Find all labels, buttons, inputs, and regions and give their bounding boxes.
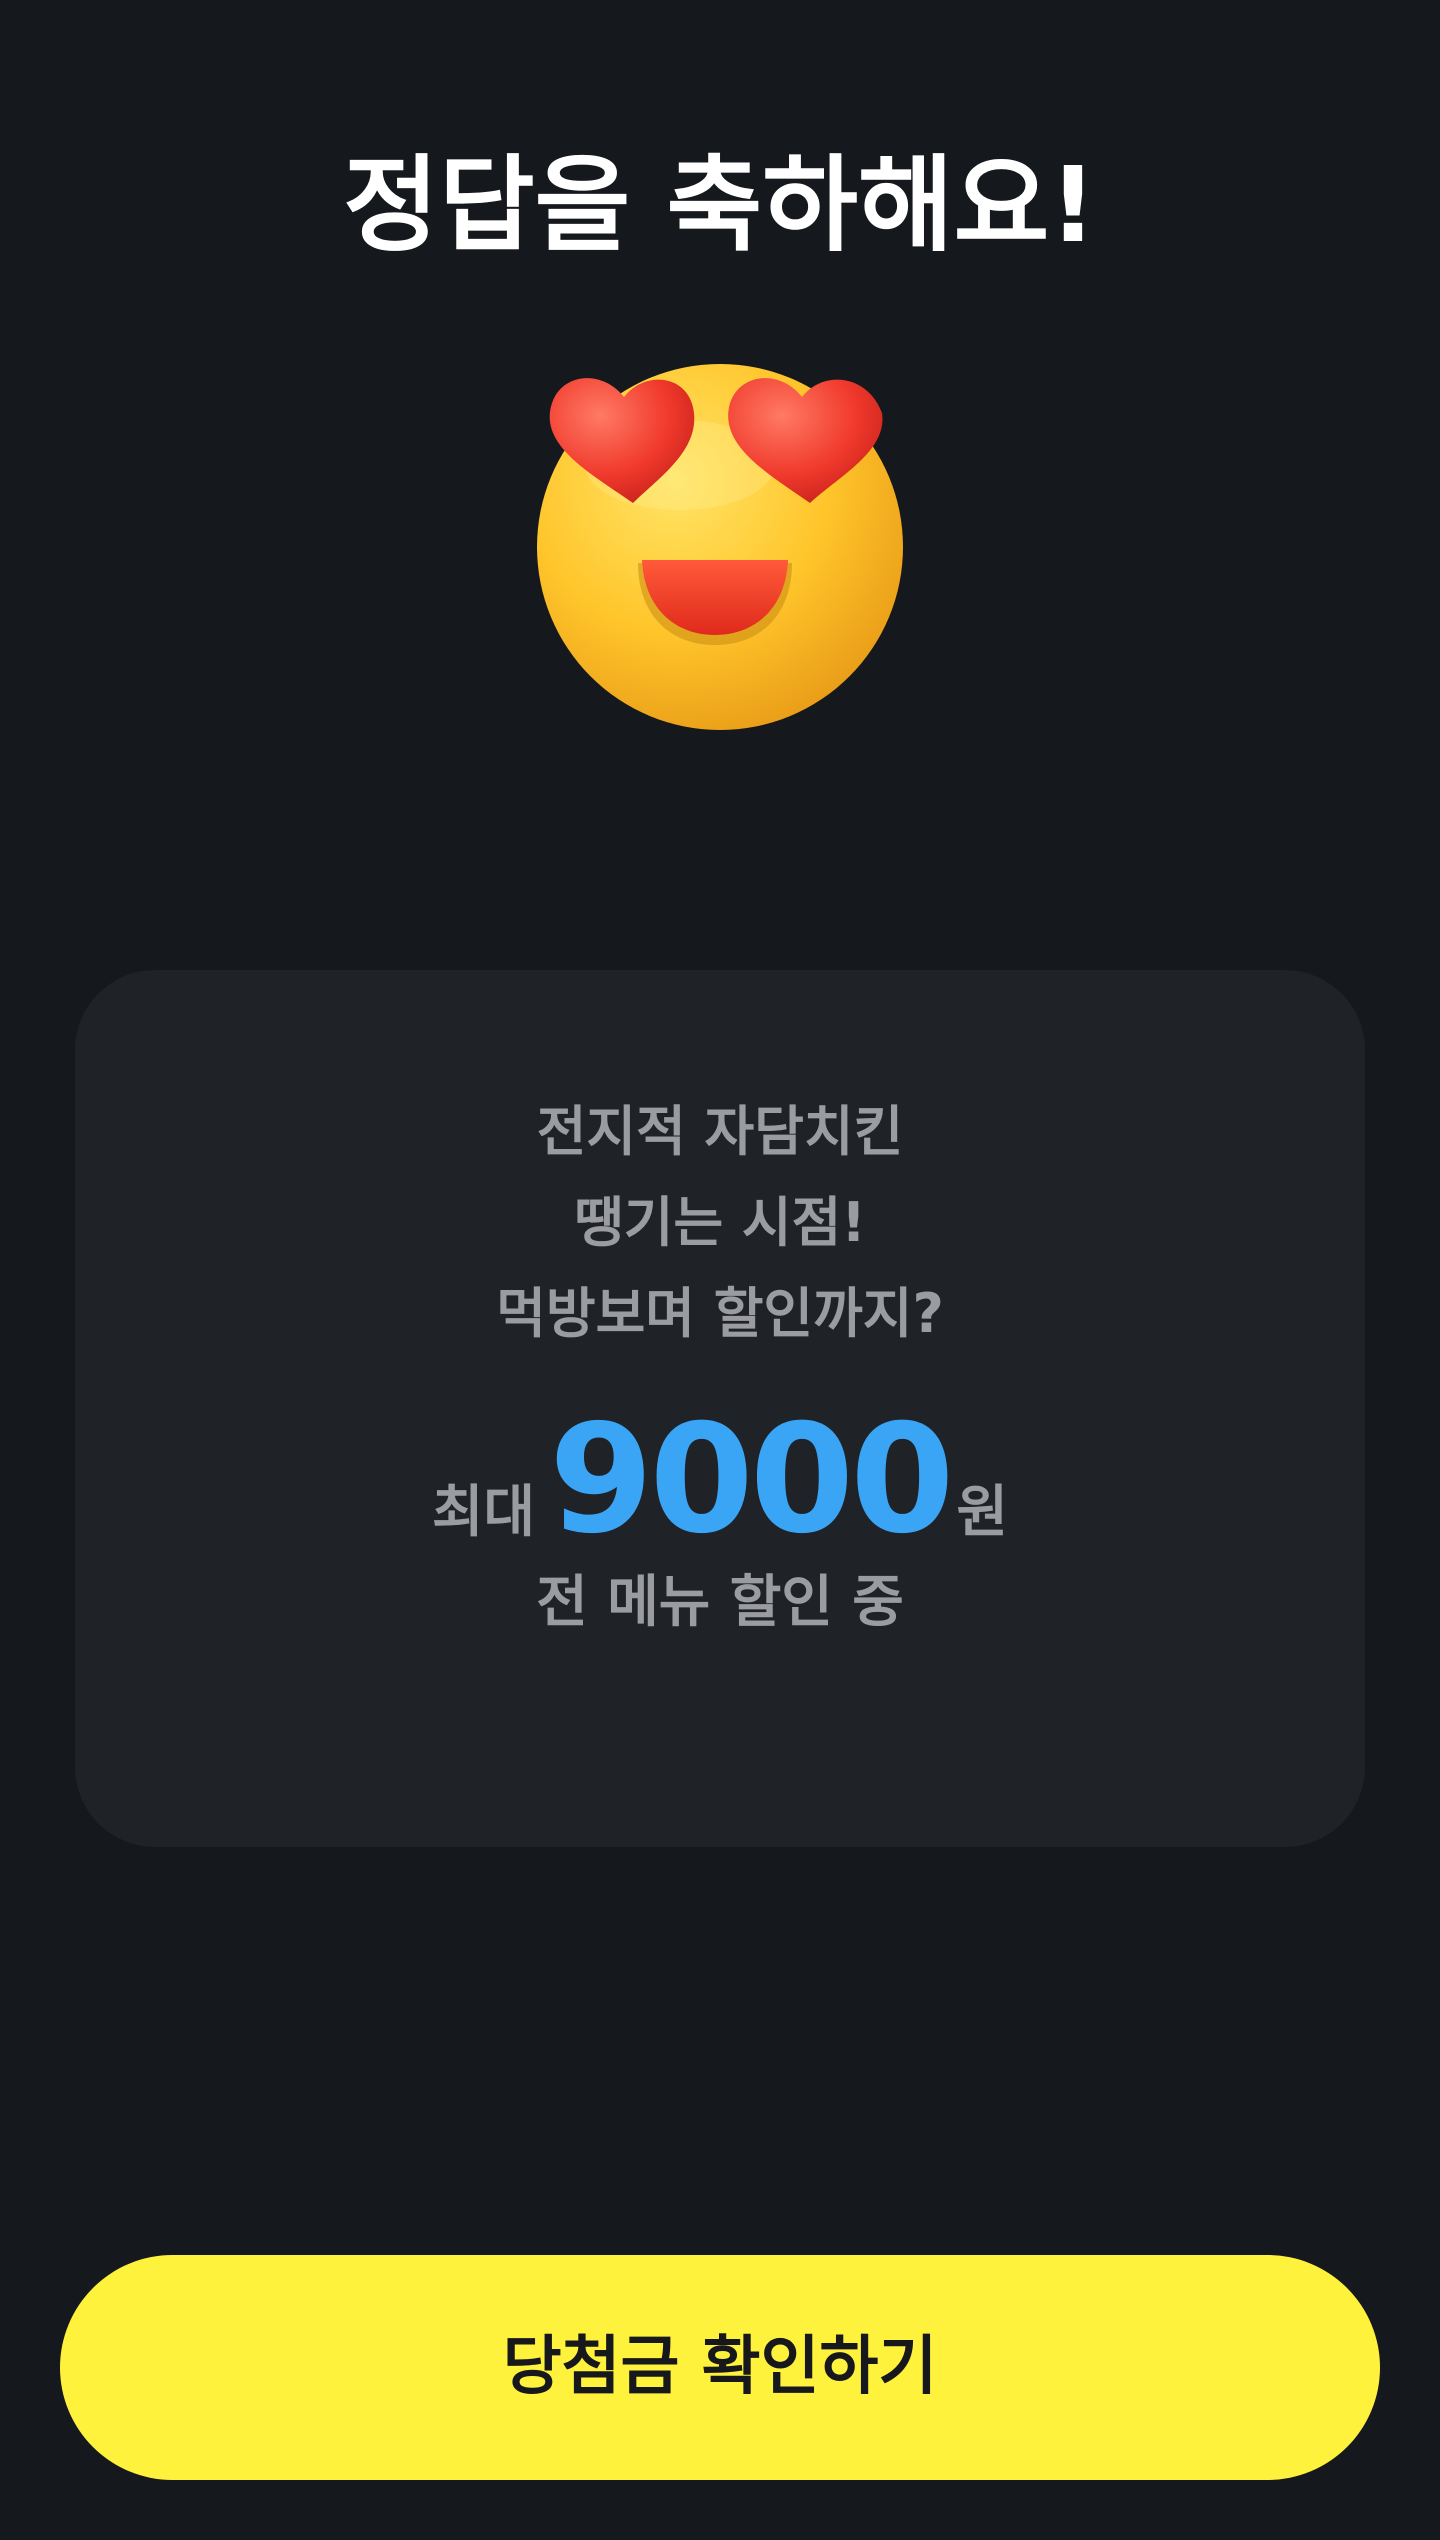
check-prize-button[interactable]: 당첨금 확인하기 <box>60 2255 1380 2480</box>
promo-line-all-menu: 전 메뉴 할인 중 <box>536 1570 904 1635</box>
discount-row: 최대9000 원 <box>75 1395 1365 1565</box>
page-title: 정답을 축하해요! <box>343 144 1097 266</box>
promo-line-brand: 전지적 자담치킨 <box>536 1100 904 1163</box>
promo-line-timing: 땡기는 시점! <box>574 1191 866 1254</box>
discount-prefix: 최대 <box>431 1480 536 1545</box>
heart-eyes-emoji-icon <box>530 355 910 735</box>
promo-line-question: 먹방보며 할인까지? <box>496 1282 944 1345</box>
discount-amount: 9000 <box>549 1393 954 1567</box>
promo-card: 전지적 자담치킨 땡기는 시점! 먹방보며 할인까지? 최대9000 원 전 메뉴… <box>75 970 1365 1847</box>
discount-unit: 원 <box>956 1480 1009 1545</box>
